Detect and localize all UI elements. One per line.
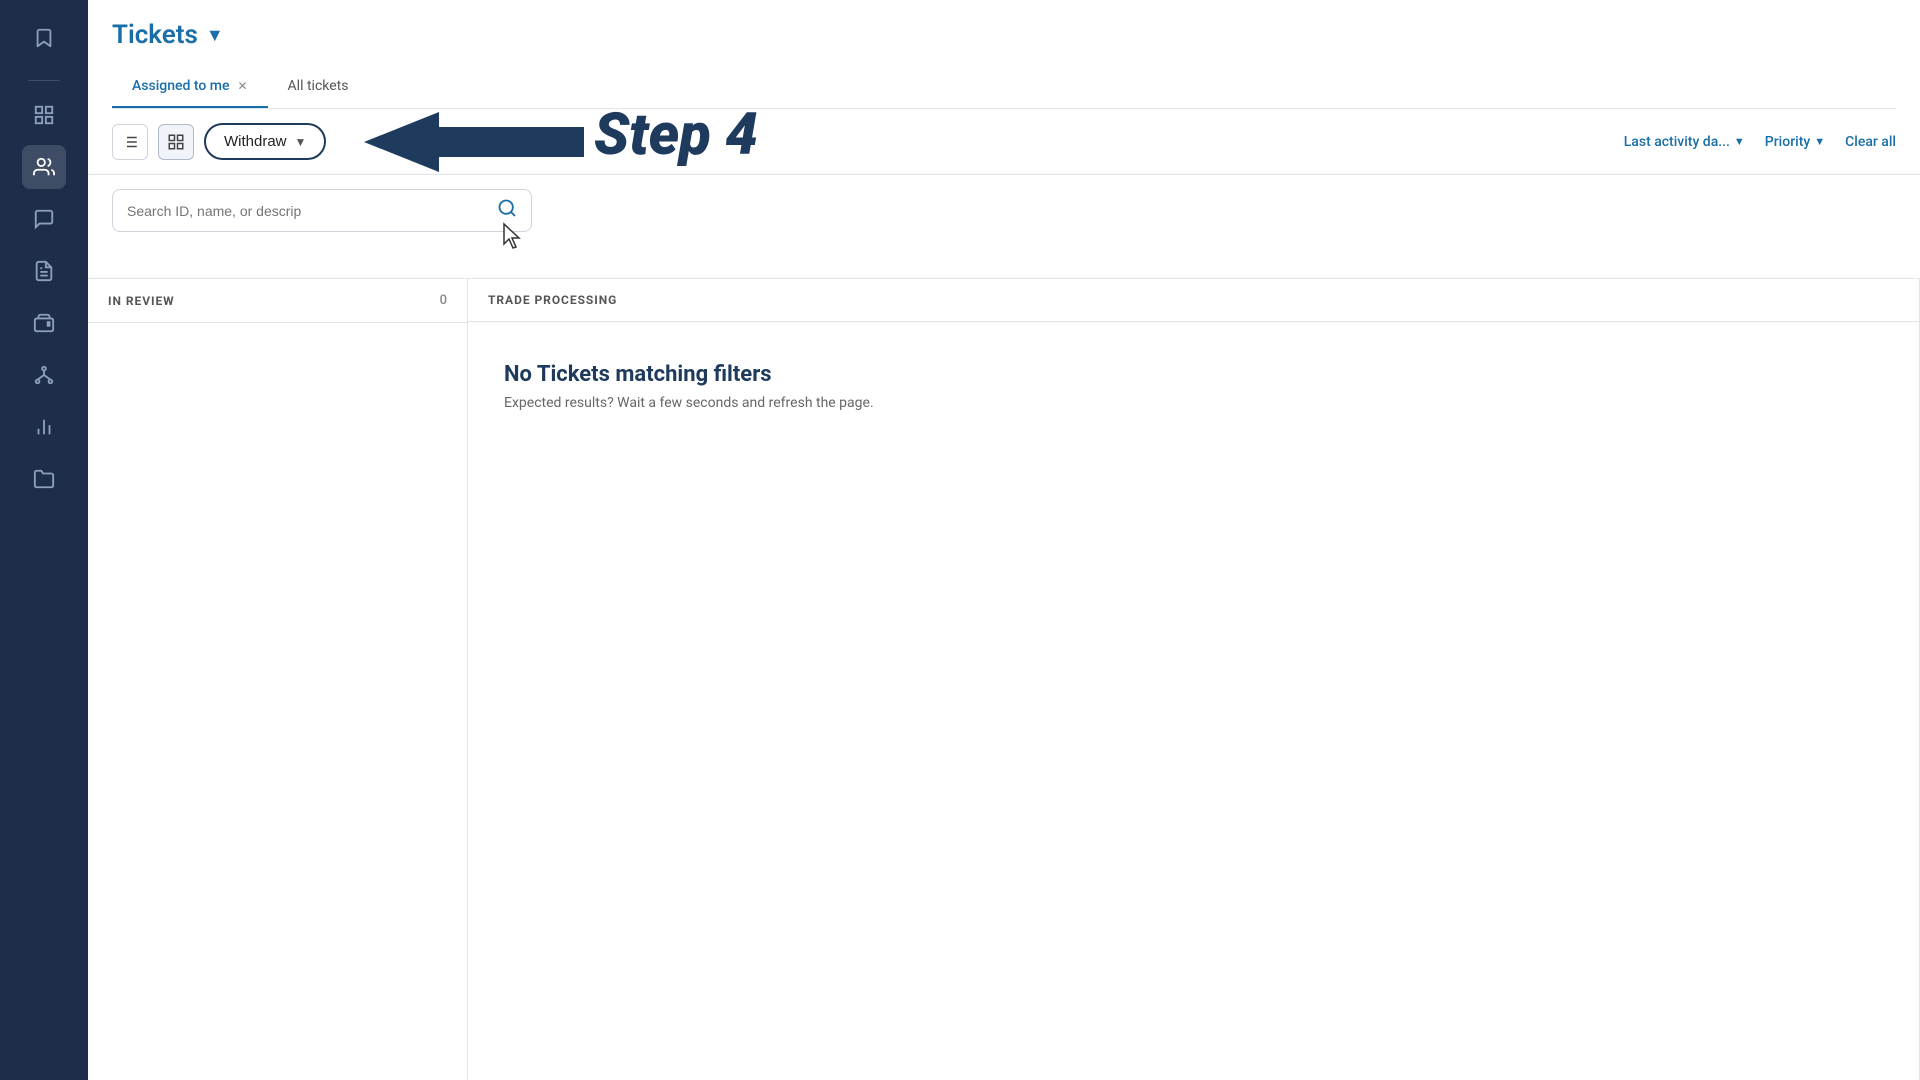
withdraw-wrapper: Withdraw ▼ Step 4 bbox=[204, 123, 326, 160]
no-tickets-title: No Tickets matching filters bbox=[504, 362, 772, 387]
main-content: Tickets ▼ Assigned to me ✕ All tickets bbox=[88, 0, 1920, 1080]
withdraw-label: Withdraw bbox=[224, 133, 287, 150]
tab-assigned-label: Assigned to me bbox=[132, 78, 229, 94]
grid-icon[interactable] bbox=[22, 93, 66, 137]
last-activity-filter-button[interactable]: Last activity da... ▼ bbox=[1624, 134, 1745, 150]
analytics-icon[interactable] bbox=[22, 405, 66, 449]
search-row bbox=[88, 175, 1920, 279]
tab-all-tickets[interactable]: All tickets bbox=[268, 66, 369, 108]
chat-icon[interactable] bbox=[22, 197, 66, 241]
in-review-title: IN REVIEW bbox=[108, 294, 175, 308]
kanban-col-trade-processing: TRADE PROCESSING No Tickets matching fil… bbox=[468, 279, 1920, 1080]
list-view-button[interactable] bbox=[112, 124, 148, 160]
trade-processing-body: No Tickets matching filters Expected res… bbox=[468, 322, 1919, 1080]
grid-view-button[interactable] bbox=[158, 124, 194, 160]
tab-assigned-close-icon[interactable]: ✕ bbox=[237, 79, 247, 93]
kanban-col-trade-processing-header: TRADE PROCESSING bbox=[468, 279, 1919, 322]
tab-row: Assigned to me ✕ All tickets bbox=[112, 66, 1896, 109]
search-input[interactable] bbox=[127, 203, 489, 219]
header: Tickets ▼ Assigned to me ✕ All tickets bbox=[88, 0, 1920, 109]
page-title-row: Tickets ▼ bbox=[112, 20, 1896, 50]
search-box bbox=[112, 189, 532, 232]
kanban-col-in-review-header: IN REVIEW 0 bbox=[88, 279, 467, 323]
last-activity-label: Last activity da... bbox=[1624, 134, 1730, 150]
no-tickets-message: No Tickets matching filters Expected res… bbox=[484, 338, 1903, 435]
tab-all-label: All tickets bbox=[288, 78, 349, 94]
priority-chevron-icon: ▼ bbox=[1814, 135, 1825, 148]
withdraw-button[interactable]: Withdraw ▼ bbox=[204, 123, 326, 160]
wallet-icon[interactable] bbox=[22, 301, 66, 345]
search-icon[interactable] bbox=[497, 198, 517, 223]
bookmark-icon[interactable] bbox=[22, 16, 66, 60]
clear-all-button[interactable]: Clear all bbox=[1845, 134, 1896, 150]
in-review-count: 0 bbox=[440, 293, 447, 308]
folder-icon[interactable] bbox=[22, 457, 66, 501]
priority-label: Priority bbox=[1765, 134, 1810, 150]
in-review-body bbox=[88, 323, 467, 1080]
reports-icon[interactable] bbox=[22, 249, 66, 293]
no-tickets-subtitle: Expected results? Wait a few seconds and… bbox=[504, 395, 874, 411]
tab-assigned-to-me[interactable]: Assigned to me ✕ bbox=[112, 66, 268, 108]
contacts-icon[interactable] bbox=[22, 145, 66, 189]
org-icon[interactable] bbox=[22, 353, 66, 397]
withdraw-chevron-icon: ▼ bbox=[295, 135, 307, 149]
toolbar: Withdraw ▼ Step 4 Last activity da... ▼ bbox=[88, 109, 1920, 175]
kanban-col-in-review: IN REVIEW 0 bbox=[88, 279, 468, 1080]
last-activity-chevron-icon: ▼ bbox=[1734, 135, 1745, 148]
kanban-area: IN REVIEW 0 TRADE PROCESSING No Tickets … bbox=[88, 279, 1920, 1080]
sidebar bbox=[0, 0, 88, 1080]
sidebar-divider-1 bbox=[28, 80, 60, 81]
trade-processing-title: TRADE PROCESSING bbox=[488, 293, 617, 307]
step-annotation: Step 4 bbox=[594, 101, 758, 169]
page-title: Tickets bbox=[112, 20, 198, 50]
page-title-chevron-icon[interactable]: ▼ bbox=[206, 25, 224, 46]
priority-filter-button[interactable]: Priority ▼ bbox=[1765, 134, 1825, 150]
toolbar-right: Last activity da... ▼ Priority ▼ Clear a… bbox=[1624, 134, 1896, 150]
